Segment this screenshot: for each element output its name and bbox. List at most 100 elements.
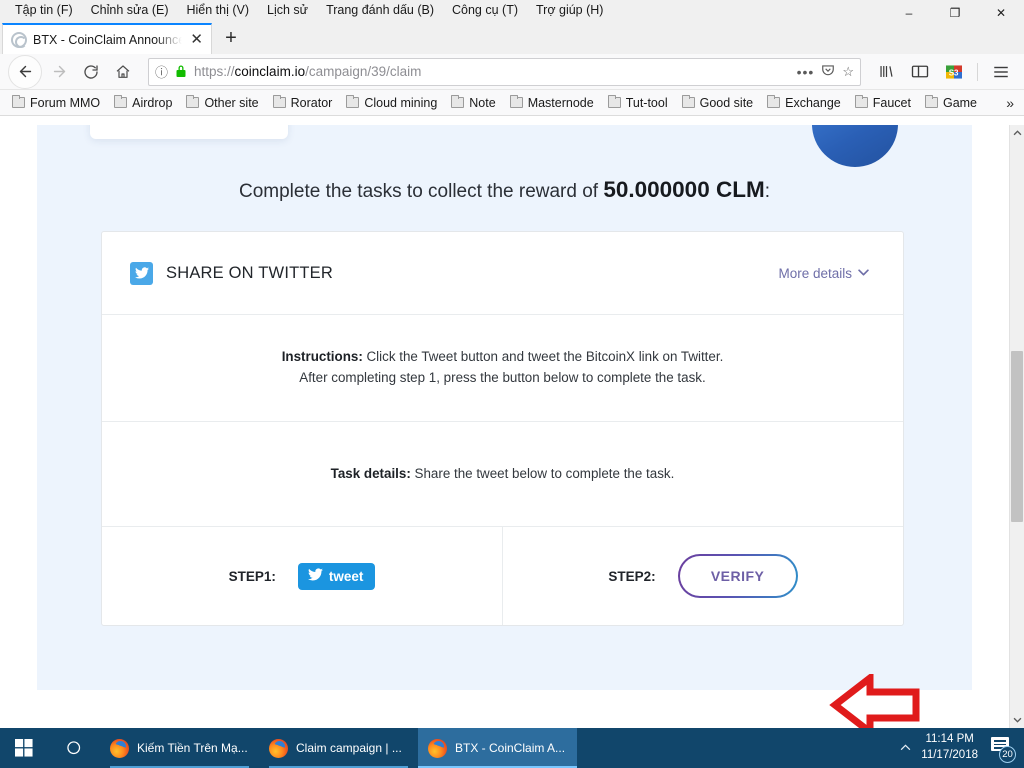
tab-title: BTX - CoinClaim Announce Sha <box>33 32 183 47</box>
page-content: Complete the tasks to collect the reward… <box>0 125 1009 728</box>
toolbar-divider <box>977 62 978 81</box>
scrollbar-track[interactable] <box>1010 141 1024 712</box>
folder-icon <box>272 95 286 108</box>
tab-active[interactable]: BTX - CoinClaim Announce Sha ✕ <box>2 23 212 54</box>
step1-label: STEP1: <box>228 568 276 584</box>
address-bar[interactable]: ⓘ https://coinclaim.io/campaign/39/claim… <box>148 57 861 86</box>
bookmark-label: Tut-tool <box>625 95 668 110</box>
menu-item-bookmarks[interactable]: Trang đánh dấu (B) <box>317 3 443 17</box>
instructions-section: Instructions: Click the Tweet button and… <box>102 315 903 422</box>
pocket-icon[interactable] <box>821 63 835 80</box>
step-1: STEP1: tweet <box>102 527 503 625</box>
task-header: SHARE ON TWITTER More details <box>102 232 903 315</box>
bookmark-label: Faucet <box>872 95 911 110</box>
reload-button[interactable] <box>76 57 106 87</box>
toolbar-end-group: S3 <box>871 57 1016 87</box>
verify-button[interactable]: VERIFY <box>677 554 798 598</box>
menu-item-file[interactable]: Tập tin (F) <box>6 3 82 17</box>
page-viewport: Complete the tasks to collect the reward… <box>0 125 1024 728</box>
sidebar-icon[interactable] <box>905 57 935 87</box>
clock-time: 11:14 PM <box>925 733 974 746</box>
clock[interactable]: 11:14 PM 11/17/2018 <box>921 732 978 763</box>
folder-icon <box>186 95 200 108</box>
task-details-label: Task details: <box>330 465 411 481</box>
vertical-scrollbar[interactable] <box>1009 125 1024 728</box>
firefox-icon <box>428 738 447 758</box>
bookmark-label: Other site <box>204 95 259 110</box>
instructions-label: Instructions: <box>281 349 363 365</box>
annotation-arrow-icon <box>795 670 920 728</box>
menu-item-tools[interactable]: Công cụ (T) <box>443 3 527 17</box>
folder-icon <box>854 95 868 108</box>
tweet-button[interactable]: tweet <box>297 562 376 590</box>
app-menu-icon[interactable] <box>986 57 1016 87</box>
more-details-link[interactable]: More details <box>778 266 869 281</box>
verify-button-label: VERIFY <box>679 556 796 596</box>
bookmark-good-site[interactable]: Good site <box>676 94 760 112</box>
folder-icon <box>114 95 128 108</box>
favicon-icon <box>11 31 27 48</box>
tab-close-icon[interactable]: ✕ <box>188 32 205 47</box>
hero-section: Complete the tasks to collect the reward… <box>37 125 972 690</box>
bookmark-cloud-mining[interactable]: Cloud mining <box>340 94 443 112</box>
bookmark-label: Exchange <box>785 95 841 110</box>
new-tab-button[interactable]: + <box>212 23 250 54</box>
bookmark-label: Forum MMO <box>30 95 101 110</box>
bookmark-faucet[interactable]: Faucet <box>849 94 917 112</box>
scrollbar-thumb[interactable] <box>1011 351 1023 522</box>
taskbar-item-2[interactable]: Claim campaign | ... <box>259 728 418 768</box>
folder-icon <box>924 95 938 108</box>
bookmarks-overflow-icon[interactable]: » <box>1006 95 1018 111</box>
bookmark-label: Cloud mining <box>364 95 438 110</box>
scroll-down-button[interactable] <box>1010 712 1024 728</box>
twitter-bird-icon <box>307 568 323 584</box>
reward-suffix: : <box>764 181 770 202</box>
more-details-label: More details <box>778 265 852 281</box>
taskbar-item-3[interactable]: BTX - CoinClaim A... <box>418 728 577 768</box>
task-details-text: Task details: Share the tweet below to c… <box>331 464 675 485</box>
menu-item-history[interactable]: Lịch sử <box>258 3 317 17</box>
bookmark-airdrop[interactable]: Airdrop <box>108 94 178 112</box>
bookmark-label: Airdrop <box>132 95 173 110</box>
back-button[interactable] <box>8 54 42 89</box>
task-card: SHARE ON TWITTER More details Instructio… <box>101 231 904 626</box>
folder-icon <box>12 95 25 108</box>
folder-icon <box>607 95 621 108</box>
bookmark-note[interactable]: Note <box>445 94 501 112</box>
bookmarks-bar: Forum MMO Airdrop Other site Rorator Clo… <box>0 90 1024 116</box>
menu-item-help[interactable]: Trợ giúp (H) <box>527 3 612 17</box>
chevron-down-icon <box>858 267 869 279</box>
extension-icon[interactable]: S3 <box>939 57 969 87</box>
bookmark-label: Game <box>942 95 978 110</box>
page-actions-icon[interactable]: ••• <box>797 64 815 80</box>
bookmark-star-icon[interactable]: ☆ <box>842 64 854 80</box>
bookmark-forum-mmo[interactable]: Forum MMO <box>6 94 106 112</box>
scroll-up-button[interactable] <box>1010 125 1024 141</box>
bookmark-rorator[interactable]: Rorator <box>267 94 339 112</box>
taskbar-item-1[interactable]: Kiếm Tiền Trên Mạ... <box>100 728 259 768</box>
url-host: coinclaim.io <box>234 64 306 79</box>
system-tray: 11:14 PM 11/17/2018 20 <box>900 732 1024 763</box>
bookmark-exchange[interactable]: Exchange <box>761 94 847 112</box>
browser-window: Tập tin (F) Chỉnh sửa (E) Hiển thị (V) L… <box>0 0 1024 768</box>
notification-center-icon[interactable]: 20 <box>988 733 1016 763</box>
bookmark-label: Masternode <box>527 95 594 110</box>
navigation-toolbar: ⓘ https://coinclaim.io/campaign/39/claim… <box>0 54 1024 90</box>
menu-item-edit[interactable]: Chỉnh sửa (E) <box>82 3 178 17</box>
reward-heading: Complete the tasks to collect the reward… <box>37 177 972 203</box>
search-button[interactable] <box>48 740 100 757</box>
decorative-circle <box>812 125 898 167</box>
url-scheme: https:// <box>194 64 235 79</box>
bookmark-tut-tool[interactable]: Tut-tool <box>602 94 674 112</box>
tray-expand-icon[interactable] <box>900 742 911 754</box>
menu-item-view[interactable]: Hiển thị (V) <box>178 3 259 17</box>
site-information-icon[interactable]: ⓘ <box>155 62 168 81</box>
home-button[interactable] <box>108 57 138 87</box>
library-icon[interactable] <box>871 57 901 87</box>
bookmark-other-site[interactable]: Other site <box>180 94 264 112</box>
folder-icon <box>681 95 695 108</box>
lock-icon <box>175 64 187 80</box>
start-button[interactable] <box>0 739 48 757</box>
bookmark-masternode[interactable]: Masternode <box>504 94 600 112</box>
bookmark-game[interactable]: Game <box>919 94 983 112</box>
